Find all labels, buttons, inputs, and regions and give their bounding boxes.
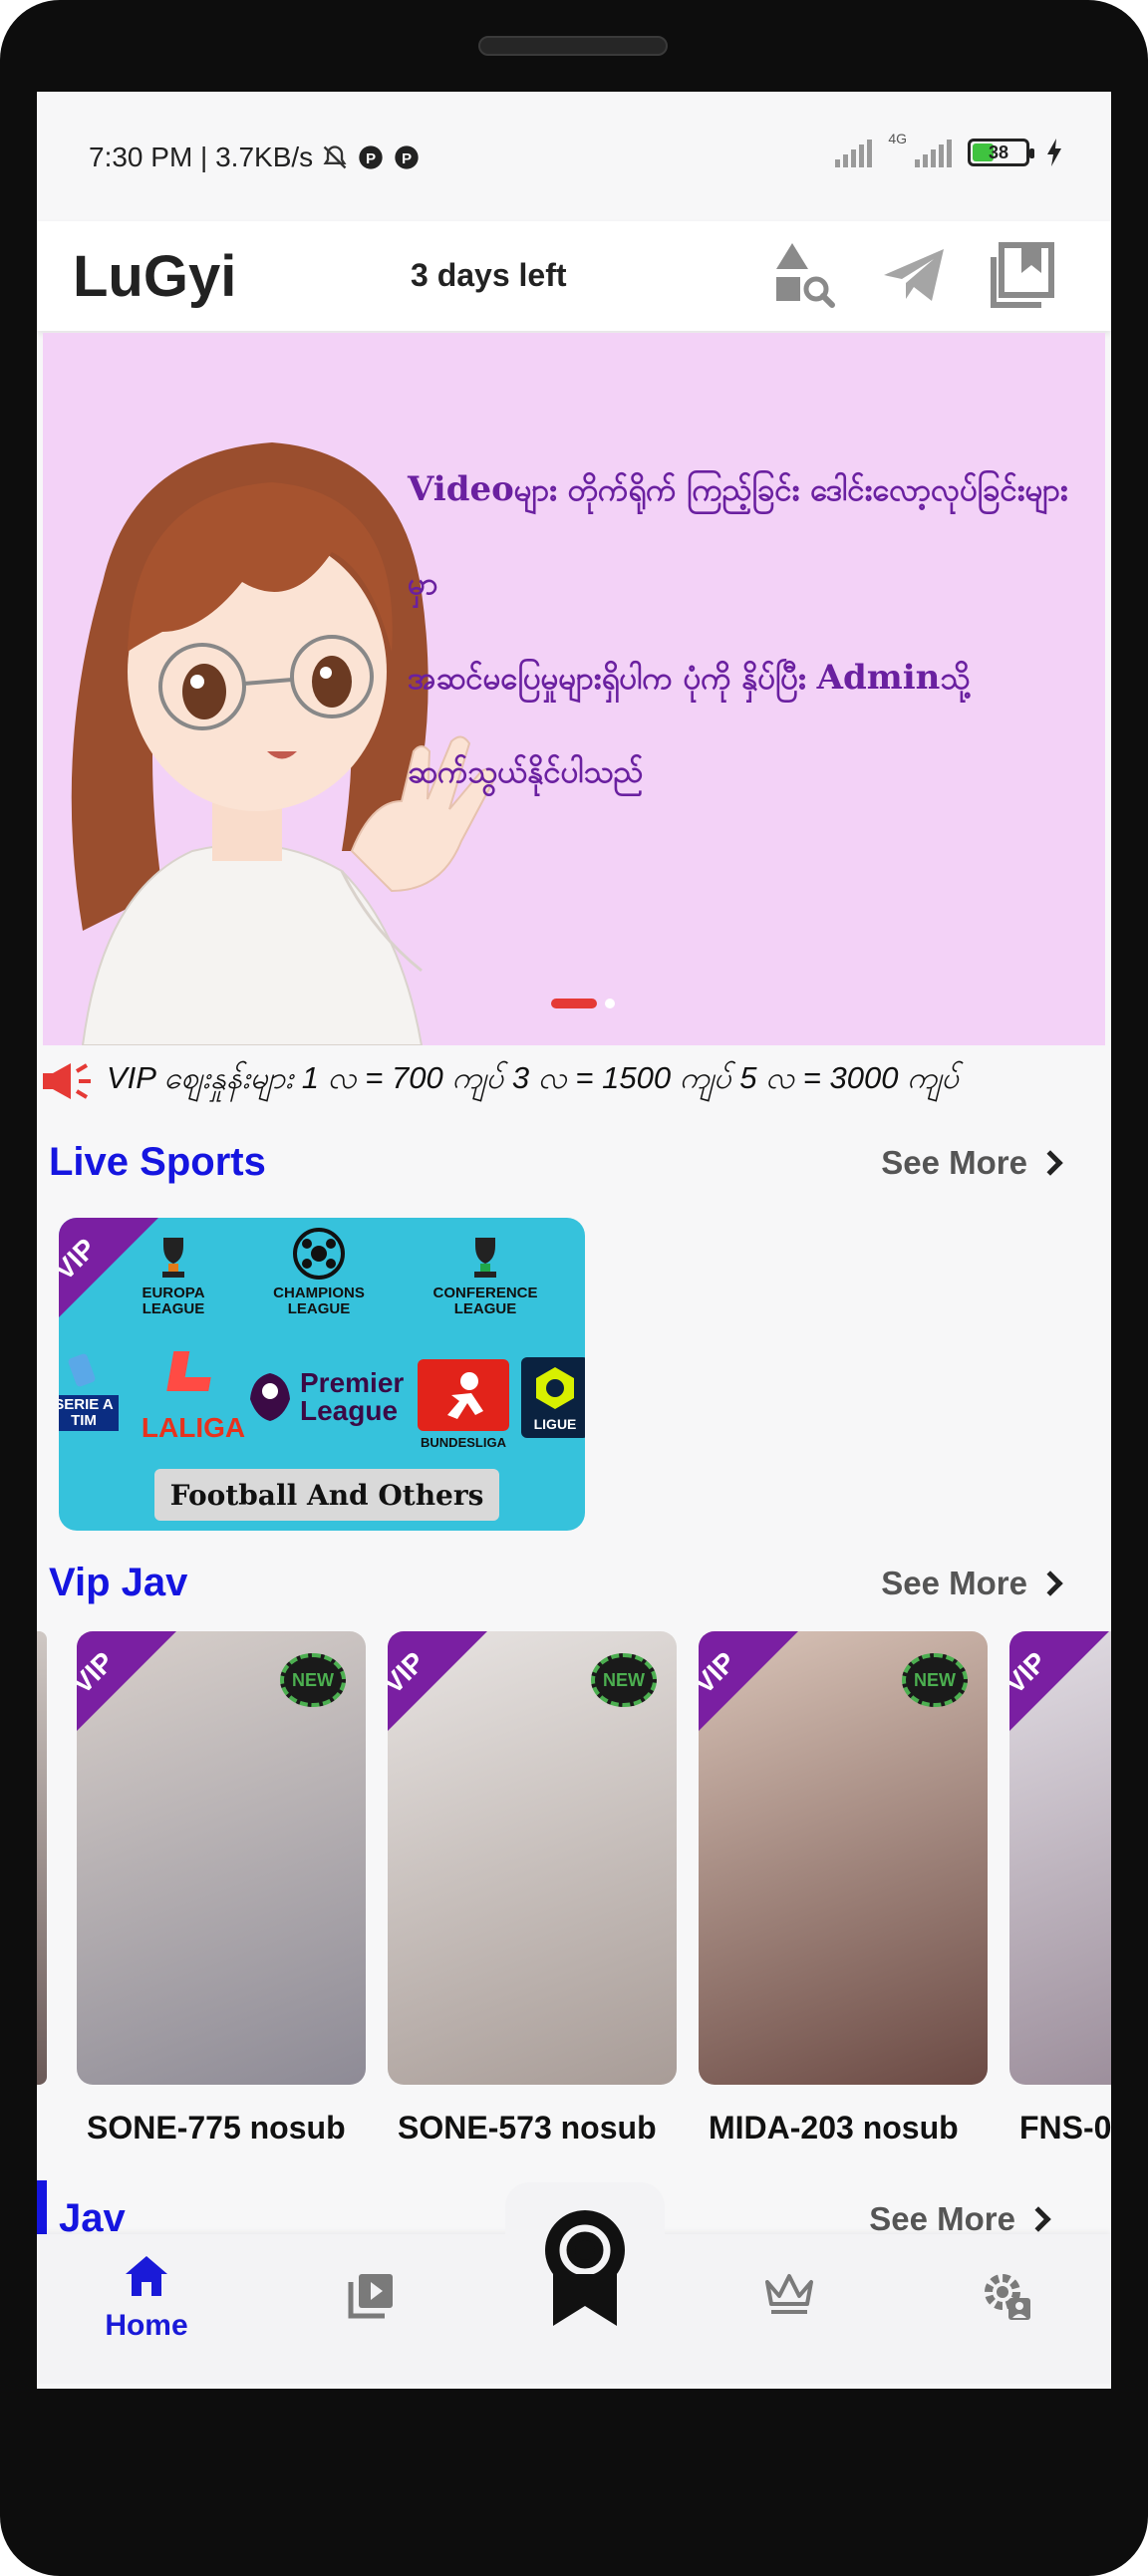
- poster-title[interactable]: MIDA-203 nosub: [709, 2110, 959, 2147]
- poster-title[interactable]: SONE-573 nosub: [398, 2110, 657, 2147]
- laliga-logo: LALIGA: [139, 1347, 248, 1443]
- app-logo: LuGyi: [73, 244, 237, 309]
- vip-badge: VIP: [388, 1631, 487, 1731]
- nav-home[interactable]: Home: [67, 2254, 226, 2343]
- battery-level: 38: [989, 142, 1009, 162]
- vip-badge: VIP: [1009, 1631, 1109, 1731]
- svg-text:P: P: [402, 150, 412, 167]
- vip-badge: VIP: [699, 1631, 798, 1731]
- poster-card[interactable]: VIP NEW: [388, 1631, 677, 2085]
- nav-settings[interactable]: [927, 2268, 1086, 2329]
- category-search-icon[interactable]: [764, 235, 844, 315]
- poster-partial-left[interactable]: [37, 1631, 47, 2085]
- home-icon: [126, 2256, 167, 2296]
- status-time: 7:30 PM | 3.7KB/s: [89, 142, 314, 172]
- pager-dot[interactable]: [605, 999, 615, 1008]
- svg-text:P: P: [366, 150, 376, 167]
- system-navigation-bar: [37, 2384, 1111, 2389]
- vip-jav-see-more[interactable]: See More: [881, 1565, 1063, 1602]
- see-more-label: See More: [869, 2200, 1015, 2237]
- notification-p2-icon: P: [395, 145, 419, 169]
- ligue-logo: LIGUE: [521, 1357, 585, 1438]
- notification-p-icon: P: [359, 145, 383, 169]
- banner-line2-post: သို့: [940, 661, 971, 697]
- collection-icon[interactable]: [984, 235, 1063, 315]
- promo-banner[interactable]: Videoများ တိုက်ရိုက် ကြည့်ခြင်း ဒေါင်းလေ…: [43, 333, 1105, 1045]
- status-bar: 7:30 PM | 3.7KB/s P P 4G 38: [37, 92, 1111, 221]
- signal-1-icon: [835, 138, 873, 167]
- status-left: 7:30 PM | 3.7KB/s P P: [89, 142, 421, 173]
- vip-jav-title: Vip Jav: [49, 1561, 188, 1604]
- crown-icon: [765, 2274, 813, 2314]
- video-library-icon: [348, 2274, 393, 2319]
- champions-league-logo: CHAMPIONS LEAGUE: [254, 1226, 384, 1317]
- serie-a-logo: SERIE A TIM: [59, 1351, 119, 1431]
- vip-badge: VIP: [77, 1631, 176, 1731]
- nav-vip[interactable]: [710, 2270, 869, 2321]
- status-right: 4G 38: [835, 131, 1063, 167]
- premier-league-logo: Premier League: [248, 1367, 408, 1425]
- nav-home-label: Home: [105, 2309, 188, 2342]
- center-fab[interactable]: [505, 2182, 665, 2352]
- banner-pager: [551, 999, 615, 1008]
- phone-speaker: [478, 36, 668, 56]
- megaphone-icon: [43, 1063, 91, 1099]
- see-more-label: See More: [881, 1565, 1027, 1601]
- bundesliga-logo: BUNDESLIGA: [416, 1359, 511, 1451]
- poster-card[interactable]: VIP NEW: [699, 1631, 988, 2085]
- banner-line3: ဆက်သွယ်နိုင်ပါသည်: [408, 754, 644, 790]
- conference-league-logo: CONFERENCE LEAGUE: [426, 1232, 545, 1317]
- chevron-right-icon: [1025, 2206, 1051, 2232]
- sports-card-footer: Football And Others: [154, 1469, 499, 1521]
- live-sports-card[interactable]: VIP EUROPA LEAGUE CHAMPIONS LEAGUE CONFE…: [59, 1218, 585, 1531]
- pager-dot-active[interactable]: [551, 999, 597, 1008]
- new-badge: NEW: [902, 1653, 968, 1707]
- vip-badge: VIP: [59, 1218, 158, 1317]
- signal-2-icon: [915, 138, 952, 167]
- section-accent-bar: [37, 2180, 47, 2236]
- bell-off-icon: [323, 145, 347, 169]
- vip-jav-carousel[interactable]: VIP NEW SONE-775 nosub VIP NEW SONE-573 …: [37, 1631, 1111, 2169]
- app-header: LuGyi 3 days left: [37, 221, 1111, 331]
- see-more-label: See More: [881, 1144, 1027, 1181]
- banner-line2-pre: အဆင်မပြေမှုများရှိပါက ပုံကို နှိပ်ပြီး: [408, 661, 817, 697]
- telegram-icon[interactable]: [874, 235, 954, 315]
- chevron-right-icon: [1037, 1571, 1063, 1596]
- jav-see-more[interactable]: See More: [869, 2200, 1051, 2238]
- app-screen: 7:30 PM | 3.7KB/s P P 4G 38 LuGyi 3 days…: [37, 92, 1111, 2389]
- poster-title[interactable]: SONE-775 nosub: [87, 2110, 346, 2147]
- chevron-right-icon: [1037, 1150, 1063, 1176]
- new-badge: NEW: [280, 1653, 346, 1707]
- poster-title[interactable]: FNS-0: [1019, 2110, 1111, 2147]
- battery-icon: 38: [968, 139, 1034, 166]
- badge-icon: [545, 2210, 625, 2326]
- live-sports-see-more[interactable]: See More: [881, 1144, 1063, 1182]
- nav-videos[interactable]: [291, 2270, 450, 2327]
- network-type: 4G: [888, 131, 907, 146]
- new-badge: NEW: [591, 1653, 657, 1707]
- charging-icon: [1047, 139, 1061, 166]
- subscription-days-left: 3 days left: [411, 257, 567, 293]
- banner-message: Videoများ တိုက်ရိုက် ကြည့်ခြင်း ဒေါင်းလေ…: [408, 442, 1095, 819]
- announcement-text: VIP ဈေးနှုန်းများ 1 လ = 700 ကျပ် 3 လ = 1…: [107, 1060, 960, 1095]
- banner-line2-bold: Admin: [816, 658, 941, 698]
- live-sports-title: Live Sports: [49, 1140, 266, 1184]
- announcement-bar: VIP ဈေးနှုန်းများ 1 လ = 700 ကျပ် 3 လ = 1…: [37, 1050, 1111, 1112]
- poster-card[interactable]: VIP NEW: [77, 1631, 366, 2085]
- phone-frame: 7:30 PM | 3.7KB/s P P 4G 38 LuGyi 3 days…: [0, 0, 1148, 2576]
- poster-card[interactable]: VIP: [1009, 1631, 1111, 2085]
- settings-account-icon: [985, 2274, 1030, 2320]
- banner-line1-bold: Video: [408, 469, 514, 509]
